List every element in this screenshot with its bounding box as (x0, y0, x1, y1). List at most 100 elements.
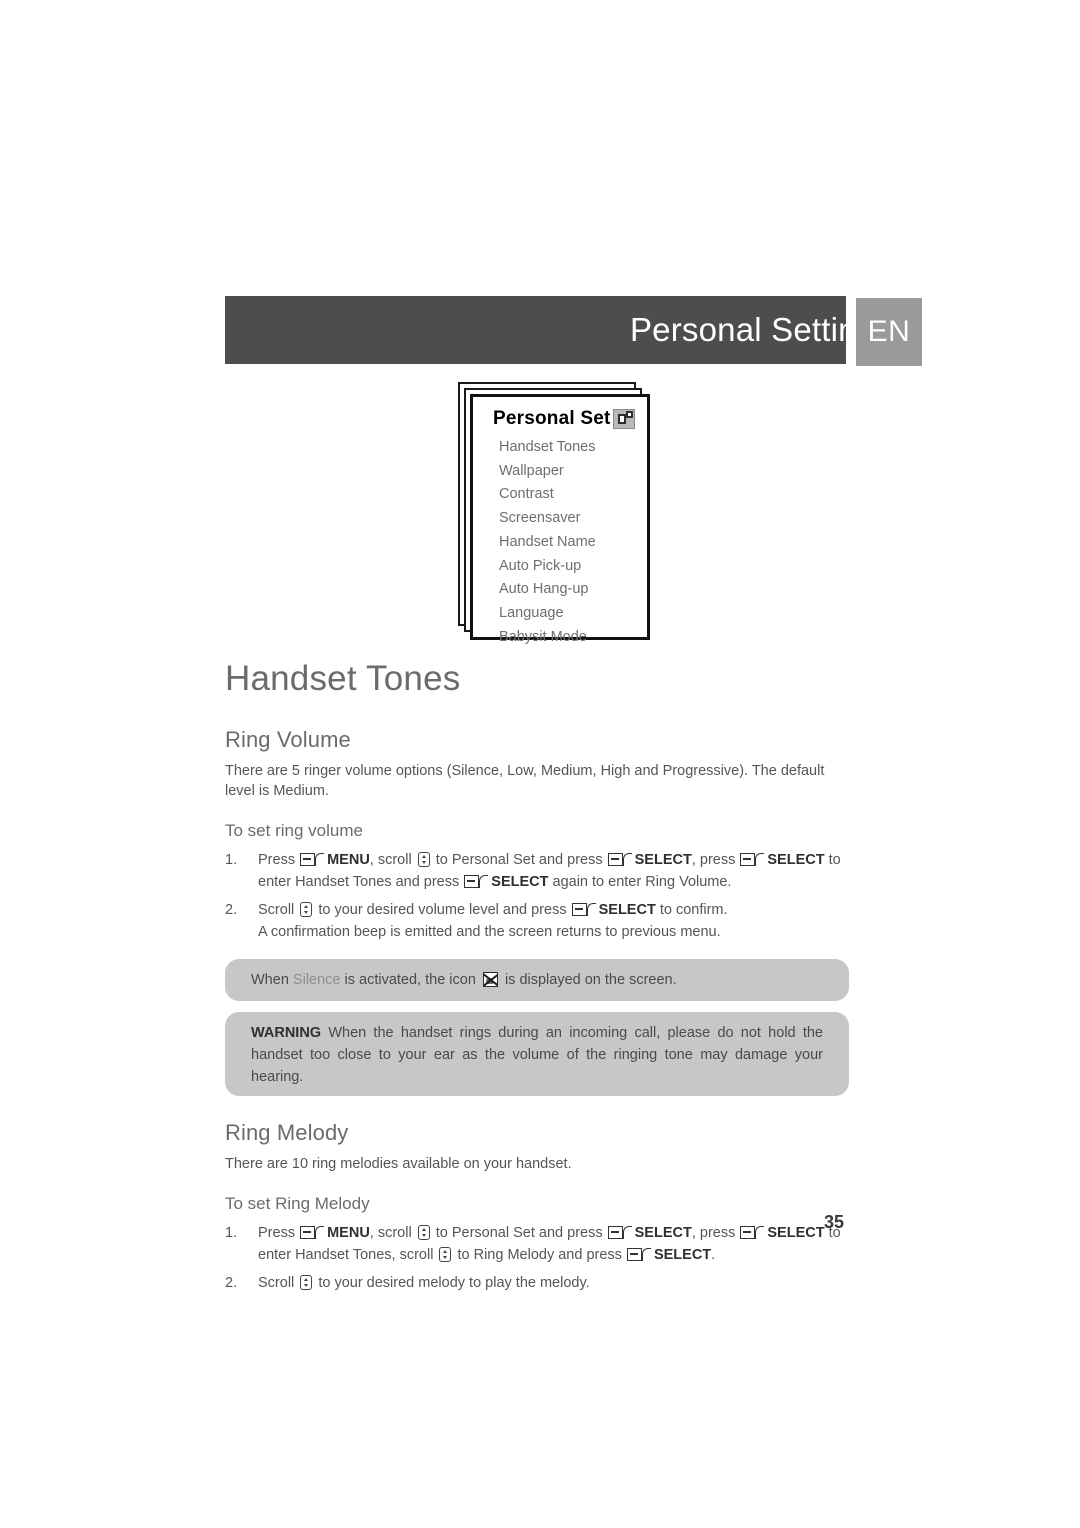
section-title: Handset Tones (225, 659, 461, 698)
scroll-key-icon (439, 1247, 452, 1262)
scroll-key-up-arrow-icon (304, 904, 309, 908)
menu-item-wallpaper: Wallpaper (499, 462, 564, 479)
scroll-key-down-arrow-icon (421, 861, 426, 865)
softkey-icon-hook (622, 1226, 632, 1239)
language-badge: EN (856, 298, 922, 366)
scroll-key-up-arrow-icon (421, 854, 426, 858)
softkey-icon-hook (622, 853, 632, 866)
softkey-icon (740, 853, 765, 866)
note-text: When Silence is activated, the icon is d… (251, 969, 677, 991)
softkey-icon (300, 1226, 325, 1239)
softkey-icon-dash (303, 1231, 312, 1234)
settings-icon-shape (613, 409, 635, 429)
softkey-icon-dash (743, 858, 752, 861)
menu-item-handset-name: Handset Name (499, 533, 596, 550)
softkey-icon-hook (315, 1226, 325, 1239)
warning-callout: WARNING When the handset rings during an… (225, 1012, 849, 1096)
page-number: 35 (824, 1212, 845, 1232)
softkey-icon-dash (743, 1231, 752, 1234)
key-label: MENU (327, 852, 370, 868)
scroll-key-icon (417, 852, 430, 867)
menu-item-contrast: Contrast (499, 486, 554, 503)
menu-item-babysit-mode: Babysit Mode (499, 628, 587, 645)
softkey-icon (607, 853, 633, 866)
softkey-icon (740, 1226, 765, 1239)
softkey-icon-dash (303, 858, 312, 861)
settings-icon-square (618, 414, 626, 424)
note-text-before: When (251, 972, 293, 988)
key-label: SELECT (653, 1247, 712, 1263)
scroll-key-up-arrow-icon (304, 1277, 309, 1281)
scroll-key-up-arrow-icon (443, 1249, 448, 1253)
settings-icon-flag (626, 411, 633, 418)
key-label: SELECT (634, 852, 692, 868)
settings-icon (613, 409, 635, 429)
step-text: Scroll to your desired melody to play th… (258, 1275, 590, 1291)
scroll-key-down-arrow-icon (304, 1284, 309, 1288)
step-item: 1. Press MENU, scroll to Personal Set an… (225, 1222, 854, 1266)
step-number: 2. (225, 902, 238, 918)
scroll-key-up-arrow-icon (421, 1227, 426, 1231)
scroll-key-down-arrow-icon (443, 1256, 448, 1260)
procedure-title-ring-melody: To set Ring Melody (225, 1194, 370, 1213)
key-label: SELECT (491, 874, 549, 890)
note-highlight-silence: Silence (292, 972, 341, 988)
menu-screen-title: Personal Set (493, 408, 611, 429)
note-text-after: is displayed on the screen. (500, 972, 677, 988)
menu-item-list: Handset Tones Wallpaper Contrast Screens… (483, 436, 637, 649)
note-text-middle: is activated, the icon (340, 972, 480, 988)
step-number: 1. (225, 1225, 238, 1241)
softkey-icon-hook (641, 1248, 651, 1261)
key-label: SELECT (767, 1225, 825, 1241)
step-text: Press MENU, scroll to Personal Set and p… (258, 1225, 841, 1263)
ring-volume-intro: There are 5 ringer volume options (Silen… (225, 763, 825, 799)
menu-item-language: Language (499, 604, 564, 621)
handset-menu-figure: Personal Set Handset Tones Wallpaper Con… (458, 382, 650, 645)
key-label: SELECT (598, 902, 656, 918)
ring-melody-intro: There are 10 ring melodies available on … (225, 1156, 572, 1172)
step-text: Scroll to your desired volume level and … (258, 902, 728, 940)
menu-item-auto-pick-up: Auto Pick-up (499, 557, 582, 574)
step-item: 2. Scroll to your desired melody to play… (225, 1272, 854, 1294)
key-label: SELECT (767, 852, 825, 868)
warning-label: WARNING (251, 1025, 322, 1041)
menu-item-handset-tones: Handset Tones (499, 439, 596, 455)
silence-icon (482, 972, 498, 987)
key-label: MENU (327, 1225, 370, 1241)
procedure-title-ring-volume: To set ring volume (225, 821, 363, 840)
step-text: Press MENU, scroll to Personal Set and p… (258, 852, 841, 890)
document-body: Handset Tones Ring Volume There are 5 ri… (225, 655, 854, 1294)
ring-volume-steps: 1. Press MENU, scroll to Personal Set an… (225, 849, 854, 943)
menu-item-auto-hang-up: Auto Hang-up (499, 581, 589, 598)
ring-melody-steps: 1. Press MENU, scroll to Personal Set an… (225, 1222, 854, 1294)
key-label: SELECT (634, 1225, 692, 1241)
menu-title-row: Personal Set (483, 405, 637, 433)
softkey-icon (626, 1248, 652, 1261)
softkey-icon-hook (755, 1226, 765, 1239)
step-number: 1. (225, 852, 238, 868)
softkey-icon-hook (586, 903, 596, 916)
scroll-key-icon (300, 1275, 313, 1290)
step-item: 1. Press MENU, scroll to Personal Set an… (225, 849, 854, 893)
note-callout: When Silence is activated, the icon is d… (225, 959, 849, 1001)
scroll-key-down-arrow-icon (421, 1234, 426, 1238)
softkey-icon-dash (629, 1253, 638, 1256)
subsection-title-ring-volume: Ring Volume (225, 727, 351, 752)
step-item: 2. Scroll to your desired volume level a… (225, 899, 854, 943)
subsection-title-ring-melody: Ring Melody (225, 1120, 349, 1145)
softkey-icon-hook (479, 875, 489, 888)
softkey-icon (464, 875, 489, 888)
softkey-icon (607, 1226, 633, 1239)
softkey-icon-dash (610, 858, 619, 861)
scroll-key-icon (300, 902, 313, 917)
menu-item-screensaver: Screensaver (499, 510, 581, 527)
warning-text: When the handset rings during an incomin… (251, 1025, 823, 1085)
softkey-icon-dash (467, 880, 476, 883)
softkey-icon-dash (610, 1231, 619, 1234)
scroll-key-icon (417, 1225, 430, 1240)
step-number: 2. (225, 1275, 238, 1291)
softkey-icon (300, 853, 325, 866)
page-title: Personal Settings (629, 311, 892, 348)
softkey-icon-hook (755, 853, 765, 866)
menu-screen: Personal Set Handset Tones Wallpaper Con… (470, 394, 650, 645)
